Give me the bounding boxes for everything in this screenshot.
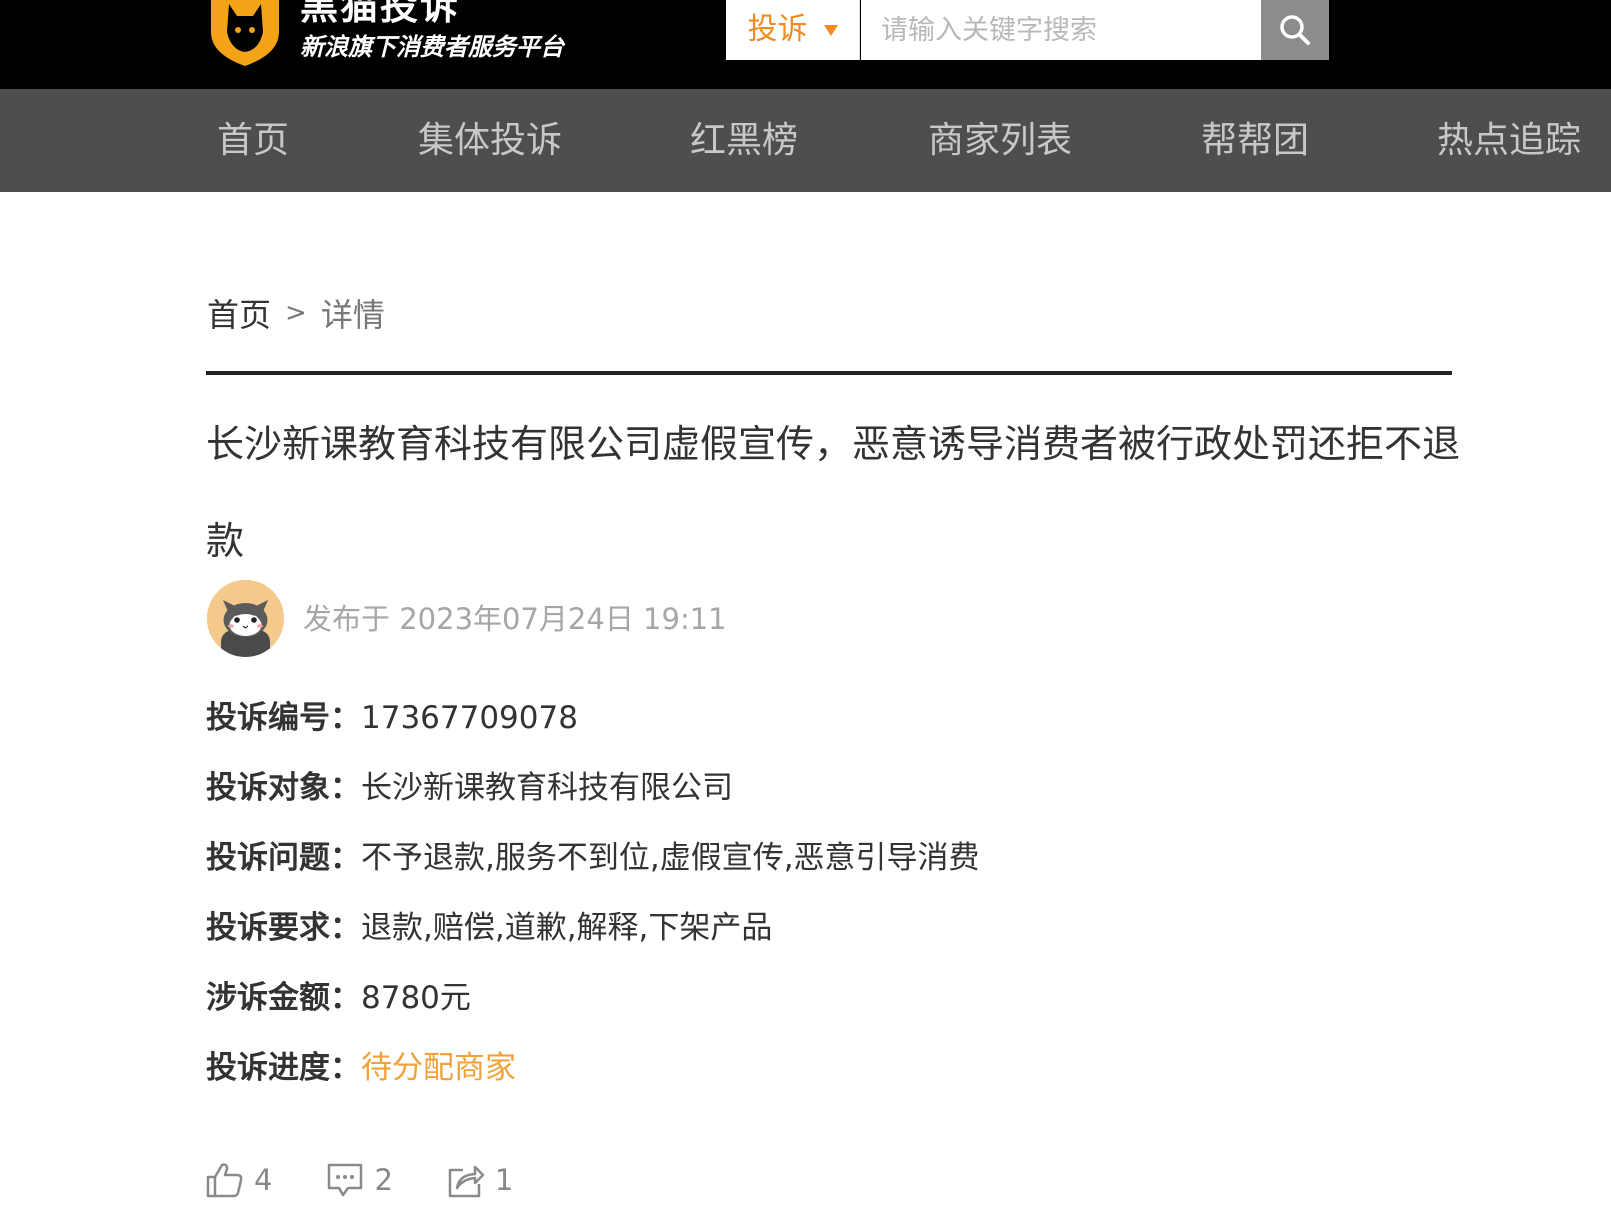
like-button[interactable]: 4 [206, 1162, 272, 1198]
search-type-select[interactable]: 投诉 [726, 0, 860, 60]
complaint-title: 长沙新课教育科技有限公司虚假宣传，恶意诱导消费者被行政处罚还拒不退款 [206, 422, 1461, 563]
info-label: 投诉编号： [206, 700, 361, 736]
info-row-complaint-request: 投诉要求：退款,赔偿,道歉,解释,下架产品 [206, 906, 772, 950]
avatar[interactable] [207, 580, 284, 657]
cat-avatar-icon [207, 580, 284, 657]
share-count: 1 [494, 1163, 514, 1197]
info-value-company-link[interactable]: 长沙新课教育科技有限公司 [361, 770, 733, 806]
action-bar: 4 2 1 [206, 1158, 567, 1202]
dropdown-caret-icon [823, 24, 838, 36]
comment-button[interactable]: 2 [326, 1162, 393, 1198]
breadcrumb-home[interactable]: 首页 [207, 290, 271, 336]
info-label: 投诉问题： [206, 840, 361, 876]
info-label: 投诉要求： [206, 910, 361, 946]
like-count: 4 [254, 1163, 273, 1197]
title-divider [206, 371, 1452, 375]
info-value: 17367709078 [361, 700, 578, 736]
share-button[interactable]: 1 [447, 1162, 513, 1198]
info-row-progress: 投诉进度：待分配商家 [206, 1046, 516, 1090]
search-button[interactable] [1261, 0, 1329, 60]
top-header: 黑猫投诉 新浪旗下消费者服务平台 投诉 [0, 0, 1611, 89]
comment-icon [328, 1163, 363, 1197]
info-row-complaint-target: 投诉对象：长沙新课教育科技有限公司 [206, 766, 733, 810]
info-label: 投诉对象： [206, 770, 361, 806]
nav-item-merchant-list[interactable]: 商家列表 [928, 89, 1072, 192]
search-icon [1280, 15, 1310, 45]
logo-title[interactable]: 黑猫投诉 [300, 0, 460, 28]
nav-item-group-complaint[interactable]: 集体投诉 [418, 89, 562, 192]
share-icon [448, 1165, 485, 1198]
status-badge: 待分配商家 [361, 1050, 516, 1086]
logo-subtitle: 新浪旗下消费者服务平台 [300, 33, 564, 61]
info-value: 退款,赔偿,道歉,解释,下架产品 [361, 910, 773, 946]
main-nav: 首页 集体投诉 红黑榜 商家列表 帮帮团 热点追踪 [0, 89, 1611, 192]
nav-item-home[interactable]: 首页 [217, 89, 289, 192]
breadcrumb-separator: > [285, 298, 307, 328]
search-type-label: 投诉 [747, 12, 808, 47]
info-value: 不予退款,服务不到位,虚假宣传,恶意引导消费 [361, 840, 980, 876]
breadcrumb: 首页 > 详情 [207, 290, 385, 336]
nav-item-red-black-list[interactable]: 红黑榜 [690, 89, 798, 192]
info-row-amount: 涉诉金额：8780元 [206, 976, 471, 1020]
publish-time: 发布于 2023年07月24日 19:11 [303, 602, 727, 636]
info-label: 涉诉金额： [206, 980, 361, 1016]
info-row-complaint-id: 投诉编号：17367709078 [206, 696, 578, 740]
breadcrumb-current: 详情 [320, 296, 385, 334]
cat-logo-icon[interactable] [207, 0, 283, 66]
nav-item-help-group[interactable]: 帮帮团 [1201, 89, 1309, 192]
search-input[interactable] [861, 0, 1261, 60]
info-row-complaint-issue: 投诉问题：不予退款,服务不到位,虚假宣传,恶意引导消费 [206, 836, 980, 880]
info-label: 投诉进度： [206, 1050, 361, 1086]
comment-count: 2 [374, 1163, 393, 1197]
thumbs-up-icon [206, 1163, 243, 1198]
info-value: 8780元 [361, 980, 471, 1016]
nav-item-hot-topics[interactable]: 热点追踪 [1437, 89, 1581, 192]
